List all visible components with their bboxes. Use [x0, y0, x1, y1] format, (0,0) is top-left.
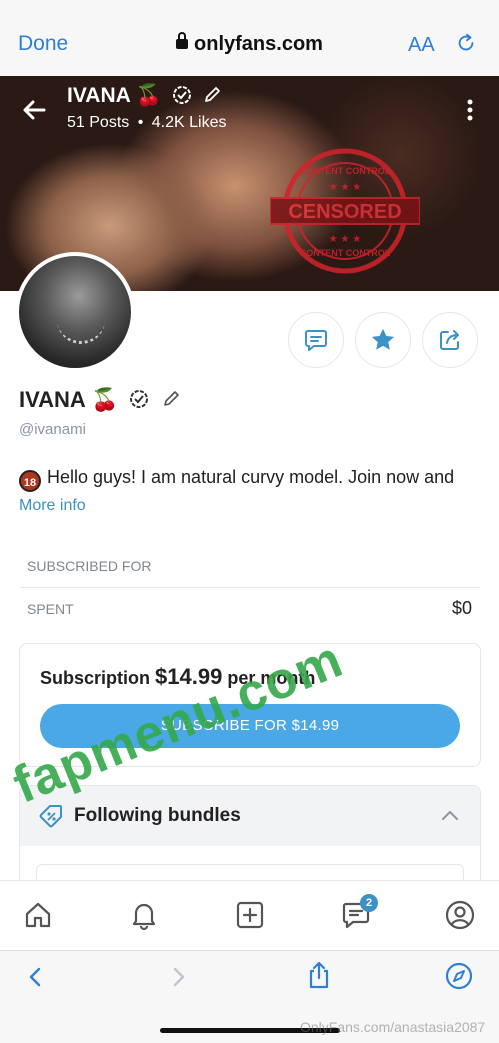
posts-count: 51 Posts: [67, 114, 130, 131]
avatar-necklace: [57, 314, 105, 344]
notifications-bell-icon[interactable]: [128, 899, 160, 931]
likes-count: 4.2K Likes: [151, 114, 227, 131]
spent-label: SPENT: [27, 601, 74, 617]
verified-icon: [172, 86, 191, 104]
message-icon: [305, 330, 327, 351]
bio-text: Hello guys! I am natural curvy model. Jo…: [47, 467, 455, 487]
star-icon: [371, 328, 395, 350]
home-icon[interactable]: [22, 899, 54, 931]
stamp-text: CENSORED: [288, 201, 401, 223]
verified-icon: [129, 390, 148, 408]
profile-handle: @ivanami: [19, 421, 86, 438]
reload-icon[interactable]: [455, 32, 477, 54]
banner-stats: 51 Posts • 4.2K Likes: [67, 114, 227, 132]
message-button[interactable]: [288, 312, 344, 368]
lock-icon: [176, 32, 189, 49]
messages-badge: 2: [360, 894, 378, 912]
add-post-icon[interactable]: [234, 899, 266, 931]
safari-compass-icon[interactable]: [445, 962, 473, 990]
bundles-header[interactable]: Following bundles: [20, 786, 480, 846]
banner-name-text: IVANA 🍒: [67, 84, 162, 107]
spent-value: $0: [451, 598, 472, 618]
edit-pencil-icon[interactable]: [202, 85, 222, 105]
browser-top-bar: Done onlyfans.com AA: [0, 0, 499, 76]
divider: [20, 587, 480, 588]
text-size-button[interactable]: AA: [408, 34, 435, 57]
browser-back-icon[interactable]: [24, 965, 48, 989]
stamp-ring-top: CONTENT CONTROL: [300, 166, 391, 176]
bundles-title: Following bundles: [74, 805, 241, 826]
avatar[interactable]: [15, 252, 135, 372]
stats-separator: •: [137, 114, 144, 131]
app-bottom-nav: 2: [0, 880, 499, 950]
favorite-button[interactable]: [355, 312, 411, 368]
back-arrow-icon[interactable]: [20, 96, 48, 124]
more-info-link[interactable]: More info: [19, 497, 86, 515]
chevron-up-icon[interactable]: [440, 806, 460, 826]
browser-share-icon[interactable]: [305, 960, 333, 990]
profile-name-text: IVANA 🍒: [19, 387, 119, 412]
source-watermark: OnlyFans.com/anastasia2087: [300, 1019, 486, 1035]
following-bundles-section: Following bundles: [19, 785, 481, 895]
url-text: onlyfans.com: [194, 33, 323, 55]
stamp-ring-bottom: CONTENT CONTROL: [300, 248, 391, 258]
censored-stamp: CENSORED CONTENT CONTROL CONTENT CONTROL…: [270, 148, 420, 274]
profile-name: IVANA 🍒: [19, 387, 181, 413]
more-options-icon[interactable]: [466, 98, 474, 122]
adult-badge-icon: 18: [19, 470, 41, 492]
browser-forward-icon[interactable]: [166, 965, 190, 989]
subscribed-for-label: SUBSCRIBED FOR: [27, 558, 152, 574]
svg-text:★ ★ ★: ★ ★ ★: [329, 234, 361, 245]
share-icon: [440, 330, 459, 350]
banner-name: IVANA 🍒: [67, 84, 222, 108]
subscription-prefix: Subscription: [40, 668, 151, 688]
share-button[interactable]: [422, 312, 478, 368]
svg-text:★ ★ ★: ★ ★ ★: [329, 182, 361, 193]
profile-bio: 18 Hello guys! I am natural curvy model. …: [19, 467, 481, 492]
edit-pencil-icon[interactable]: [161, 389, 181, 409]
profile-icon[interactable]: [444, 899, 476, 931]
